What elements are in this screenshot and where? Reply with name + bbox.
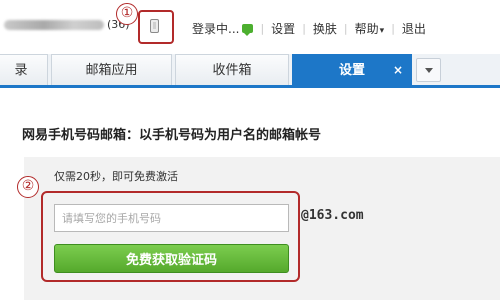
annotation-highlight-1 (138, 10, 174, 44)
page-title: 网易手机号码邮箱：以手机号码为用户名的邮箱帐号 (22, 128, 322, 143)
skin-link[interactable]: 换肤 (313, 20, 337, 37)
user-account-name-blurred (4, 20, 104, 30)
activation-note: 仅需20秒，即可免费激活 (54, 170, 178, 183)
top-nav: 登录中... | 设置 | 换肤 | 帮助▾ | 退出 (192, 20, 426, 37)
phone-number-input[interactable] (54, 204, 289, 232)
chat-icon[interactable] (242, 24, 254, 36)
get-verification-code-button[interactable]: 免费获取验证码 (54, 244, 289, 273)
chevron-down-icon: ▾ (379, 26, 385, 36)
nav-separator: | (343, 22, 348, 35)
tab-more-dropdown[interactable] (416, 58, 441, 82)
tab-mail-apps[interactable]: 邮箱应用 (51, 54, 172, 85)
tab-partial[interactable]: 录 (0, 54, 48, 85)
help-label: 帮助 (354, 22, 379, 36)
tab-settings[interactable]: 设置 × (292, 54, 412, 85)
annotation-marker-1: ① (116, 3, 138, 25)
close-icon[interactable]: × (393, 55, 403, 86)
tab-inbox[interactable]: 收件箱 (175, 54, 289, 85)
email-domain-suffix: @163.com (301, 208, 364, 223)
tab-settings-label: 设置 (338, 63, 365, 78)
logout-link[interactable]: 退出 (402, 20, 426, 37)
login-status-link[interactable]: 登录中... (192, 20, 239, 37)
tab-bar: 录 邮箱应用 收件箱 设置 × (0, 54, 500, 88)
nav-separator: | (260, 22, 265, 35)
settings-link[interactable]: 设置 (271, 20, 295, 37)
top-bar: (36) ① 登录中... | 设置 | 换肤 | 帮助▾ | 退出 (0, 0, 500, 54)
help-link[interactable]: 帮助▾ (355, 20, 385, 37)
annotation-marker-2: ② (17, 176, 39, 198)
nav-separator: | (302, 22, 306, 35)
nav-separator: | (391, 22, 395, 35)
